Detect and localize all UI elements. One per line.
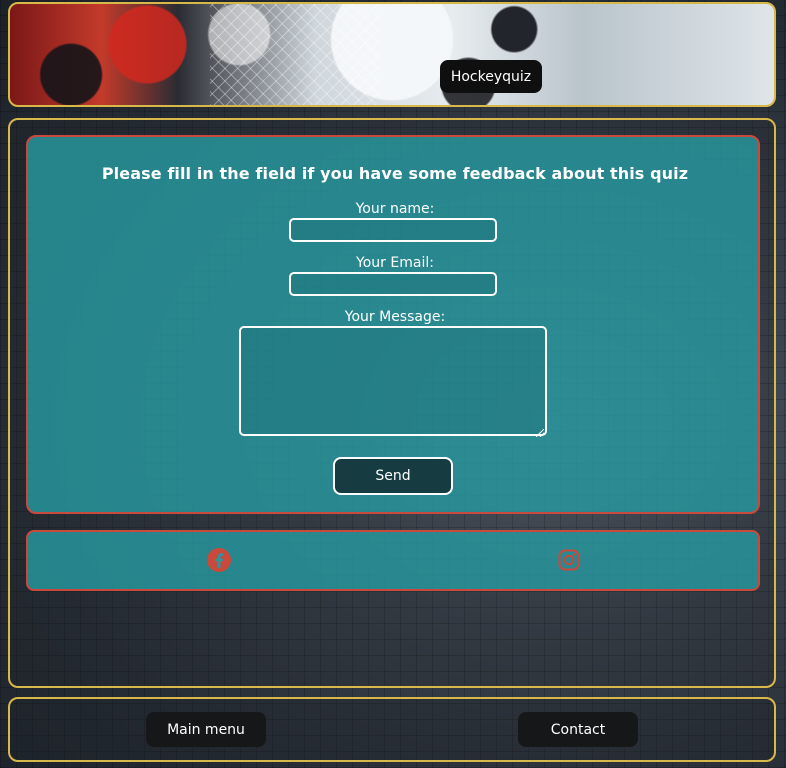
social-links — [26, 530, 760, 591]
feedback-form: Please fill in the field if you have som… — [26, 135, 760, 514]
send-button[interactable]: Send — [333, 457, 453, 495]
message-field[interactable] — [239, 326, 547, 436]
contact-button[interactable]: Contact — [518, 712, 638, 747]
email-label: Your Email: — [356, 255, 434, 271]
resize-handle-icon[interactable] — [536, 429, 544, 437]
site-title[interactable]: Hockeyquiz — [440, 60, 542, 93]
email-field[interactable] — [289, 272, 497, 296]
facebook-icon[interactable] — [207, 548, 231, 572]
header-banner: Hockeyquiz — [8, 2, 776, 107]
main-menu-button[interactable]: Main menu — [146, 712, 266, 747]
message-label: Your Message: — [344, 309, 446, 325]
main-panel: Please fill in the field if you have som… — [8, 118, 776, 688]
instagram-icon[interactable] — [557, 548, 581, 572]
form-heading: Please fill in the field if you have som… — [101, 164, 689, 183]
footer-nav: Main menu Contact — [8, 697, 776, 762]
hockey-photo — [10, 4, 774, 105]
name-label: Your name: — [355, 201, 435, 217]
goal-net-graphic — [210, 4, 380, 105]
name-field[interactable] — [289, 218, 497, 242]
